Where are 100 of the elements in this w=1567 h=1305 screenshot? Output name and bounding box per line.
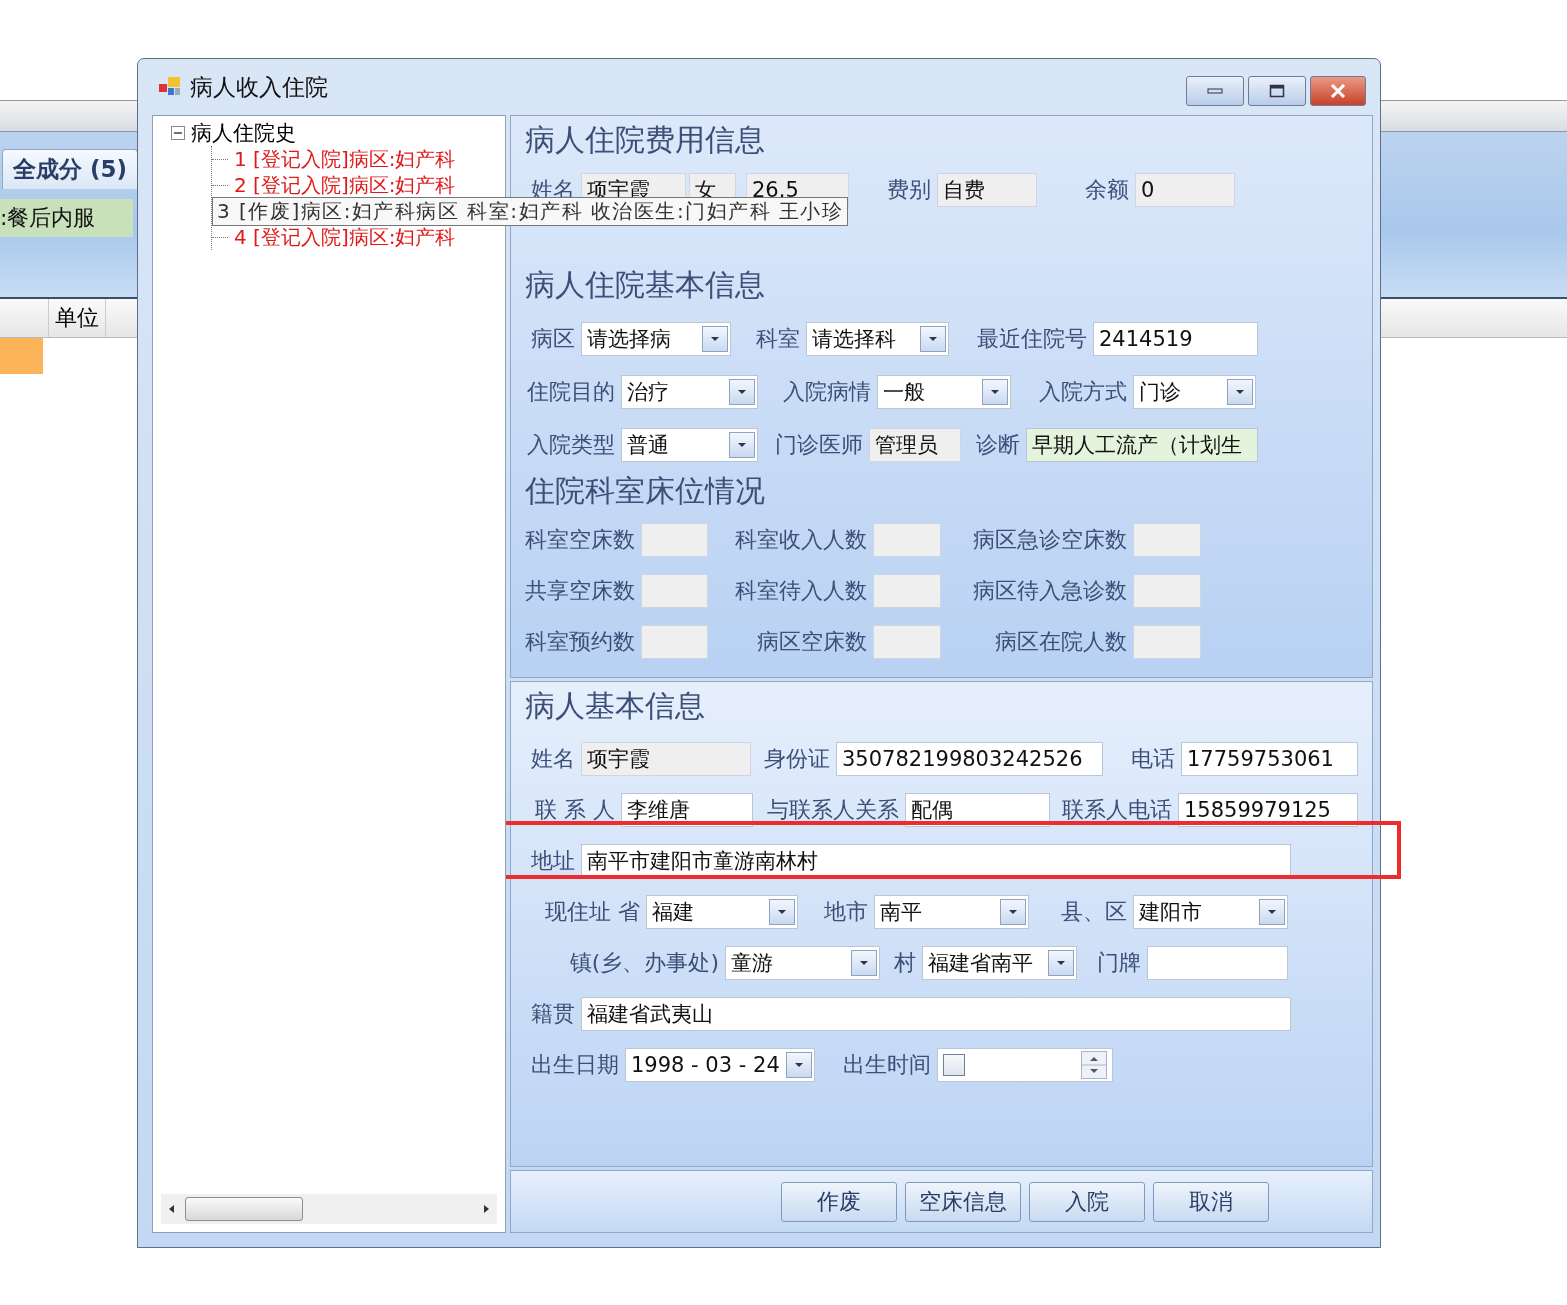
checkbox[interactable]: [943, 1053, 965, 1076]
scroll-right-icon[interactable]: [483, 1204, 491, 1214]
text-field[interactable]: [1133, 624, 1201, 659]
text-field[interactable]: [1133, 522, 1201, 557]
field-label: 出生日期: [530, 1050, 620, 1079]
dropdown[interactable]: 请选择病: [581, 321, 731, 356]
field-label: 病区空床数: [756, 627, 868, 656]
field-label: 电话: [1130, 744, 1176, 773]
scroll-left-icon[interactable]: [167, 1204, 175, 1214]
dropdown[interactable]: 童游: [725, 945, 880, 980]
scrollbar-thumb[interactable]: [185, 1197, 303, 1221]
tree-item-tooltip[interactable]: 3 [作废]病区:妇产科病区 科室:妇产科 收治医生:门妇产科 王小珍: [212, 196, 849, 226]
text-field[interactable]: [1133, 573, 1201, 608]
minimize-icon: [1207, 88, 1223, 94]
field-label: 镇(乡、办事处): [568, 948, 720, 977]
text-field[interactable]: [1147, 945, 1288, 980]
window-title: 病人收入住院: [190, 72, 328, 102]
dropdown[interactable]: 一般: [877, 374, 1011, 409]
dropdown[interactable]: 请选择科: [806, 321, 949, 356]
field-label: 科室: [755, 324, 801, 353]
field-label: 现住址 省: [544, 897, 641, 926]
field-label: 联系人电话: [1061, 795, 1173, 824]
field-label: 病区待入急诊数: [972, 576, 1128, 605]
dialog-button[interactable]: 入院: [1029, 1181, 1145, 1222]
tree-item[interactable]: 1 [登记入院]病区:妇产科: [234, 145, 456, 173]
tab[interactable]: 全成分 (5): [2, 149, 139, 189]
column-header: 单位: [48, 299, 106, 337]
tree-item[interactable]: 4 [登记入院]病区:妇产科: [234, 223, 456, 251]
date-field[interactable]: 1998 - 03 - 24: [625, 1047, 815, 1082]
field-label: 最近住院号: [976, 324, 1088, 353]
close-icon: [1329, 84, 1347, 98]
dropdown[interactable]: 南平: [874, 894, 1029, 929]
dialog-button[interactable]: 取消: [1153, 1181, 1269, 1222]
section-heading: 病人住院费用信息: [525, 121, 766, 159]
horizontal-scrollbar[interactable]: [161, 1194, 497, 1224]
maximize-button[interactable]: [1248, 76, 1306, 106]
text-field[interactable]: [873, 624, 941, 659]
text-field[interactable]: [641, 624, 708, 659]
field-label: 村: [893, 948, 917, 977]
field-label: 籍贯: [530, 999, 576, 1028]
dialog-button[interactable]: 空床信息: [905, 1181, 1021, 1222]
tree-item[interactable]: 病人住院史: [191, 119, 296, 147]
field-label: 诊断: [975, 430, 1021, 459]
text-field[interactable]: [641, 522, 708, 557]
maximize-icon: [1269, 84, 1285, 98]
dropdown[interactable]: 建阳市: [1133, 894, 1288, 929]
dropdown[interactable]: 福建省南平: [922, 945, 1077, 980]
text-field[interactable]: 自费: [937, 173, 1037, 207]
field-label: 病区急诊空床数: [972, 525, 1128, 554]
dropdown[interactable]: 普通: [621, 427, 758, 462]
field-label: 地市: [823, 897, 869, 926]
field-label: 费别: [886, 176, 932, 204]
field-label: 科室空床数: [525, 525, 636, 554]
field-label: 科室收入人数: [734, 525, 868, 554]
section-heading: 病人住院基本信息: [525, 266, 766, 304]
close-button[interactable]: [1310, 76, 1366, 106]
section-heading: 住院科室床位情况: [525, 472, 766, 510]
dialog-button[interactable]: 作废: [781, 1181, 897, 1222]
text-field[interactable]: 南平市建阳市童游南林村: [581, 843, 1291, 878]
field-label: 科室待入人数: [734, 576, 868, 605]
text-field[interactable]: 0: [1135, 173, 1235, 207]
field-label: 与联系人关系: [766, 795, 900, 824]
usage-text: :餐后内服: [0, 199, 133, 237]
field-label: 出生时间: [842, 1050, 932, 1079]
dropdown[interactable]: 福建: [646, 894, 798, 929]
dropdown[interactable]: 治疗: [621, 374, 758, 409]
table-cell: [0, 338, 43, 374]
text-field[interactable]: 管理员: [869, 427, 961, 462]
field-label: 地址: [530, 846, 576, 875]
field-label: 县、区: [1060, 897, 1128, 926]
minimize-button[interactable]: [1186, 76, 1244, 106]
field-label: 身份证: [763, 744, 831, 773]
time-field[interactable]: [937, 1047, 1113, 1082]
text-field[interactable]: 福建省武夷山: [581, 996, 1291, 1031]
field-label: 入院方式: [1038, 377, 1128, 406]
field-label: 姓名: [530, 744, 576, 773]
text-field[interactable]: 早期人工流产（计划生: [1026, 427, 1258, 462]
field-label: 入院类型: [526, 430, 616, 459]
field-label: 入院病情: [782, 377, 872, 406]
field-label: 病区在院人数: [994, 627, 1128, 656]
text-field[interactable]: [873, 573, 941, 608]
collapse-icon[interactable]: [171, 126, 185, 140]
spinner-icon[interactable]: [1081, 1050, 1107, 1079]
field-label: 共享空床数: [525, 576, 636, 605]
text-field[interactable]: [873, 522, 941, 557]
text-field[interactable]: [641, 573, 708, 608]
text-field[interactable]: 17759753061: [1181, 741, 1358, 776]
field-label: 门牌: [1096, 948, 1142, 977]
field-label: 余额: [1084, 176, 1130, 204]
dropdown[interactable]: 门诊: [1133, 374, 1256, 409]
field-label: 科室预约数: [525, 627, 636, 656]
field-label: 联 系 人: [534, 795, 616, 824]
text-field[interactable]: 350782199803242526: [836, 741, 1103, 776]
text-field[interactable]: 2414519: [1093, 321, 1258, 356]
text-field[interactable]: 项宇霞: [581, 741, 751, 776]
field-label: 门诊医师: [774, 430, 864, 459]
field-label: 病区: [530, 324, 576, 353]
tree-item[interactable]: 2 [登记入院]病区:妇产科: [234, 171, 456, 199]
section-heading: 病人基本信息: [525, 687, 706, 725]
field-label: 住院目的: [526, 377, 616, 406]
